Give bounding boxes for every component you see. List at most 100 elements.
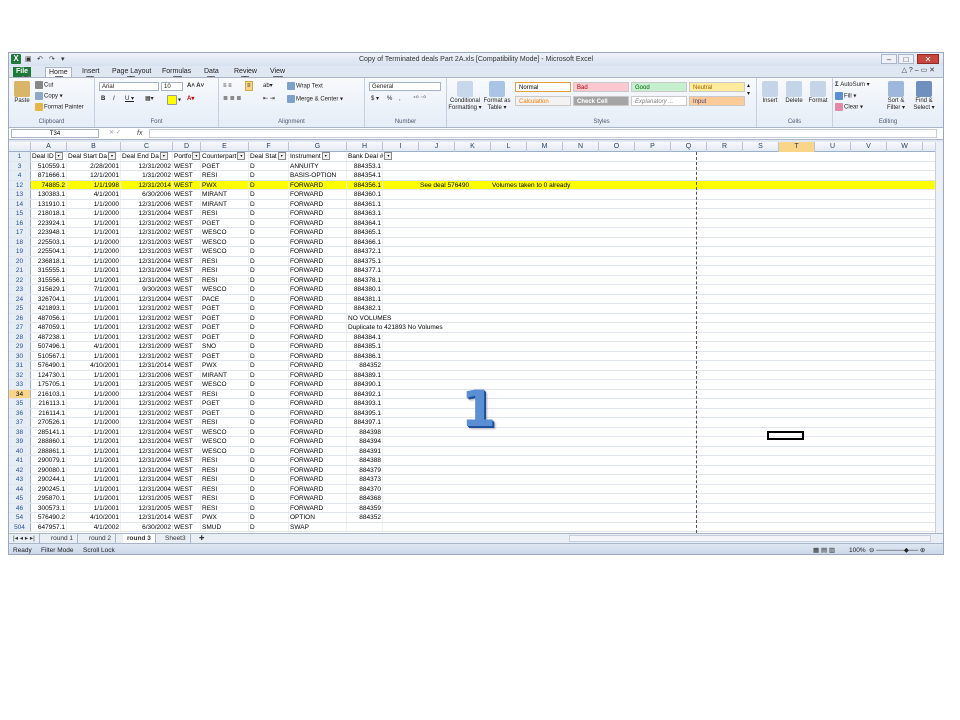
zoom-slider[interactable]: ⊖ ──────◆── ⊕ (869, 546, 929, 554)
cell-f[interactable]: D (249, 427, 289, 436)
cell-b[interactable]: 1/1/2001 (67, 370, 121, 379)
cell-h[interactable]: 884394 (347, 437, 383, 446)
cell-a[interactable]: 300573.1 (31, 503, 67, 512)
insert-cells-button[interactable]: Insert (759, 81, 781, 105)
cell-g[interactable]: FORWARD (289, 313, 347, 322)
cell-h[interactable]: 884352 (347, 513, 383, 522)
cell-h[interactable]: 884365.1 (347, 228, 383, 237)
cell-e[interactable]: RESI (201, 465, 249, 474)
row-header[interactable]: 43 (9, 475, 31, 484)
column-header-p[interactable]: P (635, 142, 671, 152)
cell-a[interactable]: 223924.1 (31, 218, 67, 227)
cell-a[interactable]: 487238.1 (31, 332, 67, 341)
cell-f[interactable]: D (249, 247, 289, 256)
cell-d[interactable]: WEST (173, 275, 201, 284)
cell-b[interactable]: 4/10/2001 (67, 513, 121, 522)
cell-g[interactable]: FORWARD (289, 209, 347, 218)
cell-h[interactable]: 884353.1 (347, 161, 383, 170)
cell-g[interactable]: FORWARD (289, 399, 347, 408)
column-header-d[interactable]: D (173, 142, 201, 152)
filter-dropdown-icon[interactable]: ▾ (192, 152, 201, 161)
cell-h[interactable]: 884393.1 (347, 399, 383, 408)
cell-h[interactable]: 884375.1 (347, 256, 383, 265)
column-header-h[interactable]: H (347, 142, 383, 152)
filter-dropdown-icon[interactable]: ▾ (277, 152, 286, 161)
column-header-a[interactable]: A (31, 142, 67, 152)
cell-h[interactable]: 884397.1 (347, 418, 383, 427)
autosum-button[interactable]: Σ AutoSum ▾ (835, 81, 870, 89)
cell-h[interactable]: 884380.1 (347, 285, 383, 294)
cell-c[interactable]: 12/31/2004 (121, 475, 173, 484)
cell-c[interactable]: 12/31/2002 (121, 228, 173, 237)
copy-button[interactable]: Copy ▾ (35, 92, 63, 101)
cell-h[interactable]: 884386.1 (347, 351, 383, 360)
row-header[interactable]: 16 (9, 218, 31, 227)
cell-d[interactable]: WEST (173, 418, 201, 427)
header-cell[interactable]: Deal End Da ▾ (121, 152, 173, 161)
cell-a[interactable]: 576490.1 (31, 361, 67, 370)
cell-f[interactable]: D (249, 418, 289, 427)
cell-g[interactable]: FORWARD (289, 342, 347, 351)
cell-d[interactable]: WEST (173, 190, 201, 199)
cell-b[interactable]: 1/1/2001 (67, 332, 121, 341)
cell-d[interactable]: WEST (173, 323, 201, 332)
cell-f[interactable]: D (249, 266, 289, 275)
formula-cancel-enter-icon[interactable]: ✕ ✓ (109, 129, 121, 137)
cell-a[interactable]: 315629.1 (31, 285, 67, 294)
cell-c[interactable]: 12/31/2004 (121, 437, 173, 446)
cell-d[interactable]: WEST (173, 237, 201, 246)
cell-f[interactable]: D (249, 304, 289, 313)
filter-dropdown-icon[interactable]: ▾ (384, 152, 393, 161)
cell-a[interactable]: 315556.1 (31, 275, 67, 284)
cell-j[interactable]: See deal 576490 (419, 181, 470, 190)
close-button[interactable]: ✕ (917, 54, 939, 64)
cell-e[interactable]: RESI (201, 209, 249, 218)
row-header[interactable]: 14 (9, 199, 31, 208)
cell-a[interactable]: 510559.1 (31, 161, 67, 170)
cell-g[interactable]: OPTION (289, 513, 347, 522)
fill-button[interactable]: Fill ▾ (835, 92, 856, 101)
cell-d[interactable]: WEST (173, 228, 201, 237)
cell-a[interactable]: 576490.2 (31, 513, 67, 522)
cell-a[interactable]: 295870.1 (31, 494, 67, 503)
cell-c[interactable]: 12/31/2014 (121, 513, 173, 522)
row-header[interactable]: 12 (9, 180, 31, 189)
cell-h[interactable]: 884389.1 (347, 370, 383, 379)
cell-g[interactable]: FORWARD (289, 361, 347, 370)
vertical-scrollbar[interactable] (935, 142, 943, 533)
comma-button[interactable]: , (399, 95, 401, 103)
cell-b[interactable]: 2/28/2001 (67, 161, 121, 170)
cell-h[interactable]: 884382.1 (347, 304, 383, 313)
cell-d[interactable]: WEST (173, 475, 201, 484)
cell-g[interactable]: FORWARD (289, 247, 347, 256)
cell-e[interactable]: PWX (201, 513, 249, 522)
cell-d[interactable]: WEST (173, 456, 201, 465)
cell-g[interactable]: FORWARD (289, 275, 347, 284)
cell-b[interactable]: 1/1/2000 (67, 209, 121, 218)
cell-f[interactable]: D (249, 408, 289, 417)
cell-f[interactable]: D (249, 456, 289, 465)
cell-h[interactable]: 884354.1 (347, 171, 383, 180)
cell-a[interactable]: 421893.1 (31, 304, 67, 313)
row-header[interactable]: 21 (9, 266, 31, 275)
cell-b[interactable]: 1/1/2000 (67, 199, 121, 208)
cell-d[interactable]: WEST (173, 380, 201, 389)
cell-c[interactable]: 12/31/2004 (121, 427, 173, 436)
cell-c[interactable]: 12/31/2002 (121, 323, 173, 332)
cell-g[interactable]: FORWARD (289, 218, 347, 227)
cell-g[interactable]: FORWARD (289, 408, 347, 417)
cell-c[interactable]: 12/31/2014 (121, 180, 173, 189)
cell-b[interactable]: 1/1/2001 (67, 266, 121, 275)
cell-d[interactable]: WEST (173, 484, 201, 493)
cell-h[interactable]: 884373 (347, 475, 383, 484)
filter-dropdown-icon[interactable]: ▾ (321, 152, 330, 161)
cell-b[interactable]: 4/10/2001 (67, 361, 121, 370)
find-select-button[interactable]: Find & Select ▾ (911, 81, 937, 112)
cell-g[interactable]: FORWARD (289, 503, 347, 512)
cell-f[interactable]: D (249, 437, 289, 446)
cell-f[interactable]: D (249, 361, 289, 370)
cell-e[interactable]: WESCO (201, 247, 249, 256)
cell-c[interactable]: 12/31/2004 (121, 465, 173, 474)
orientation-icon[interactable]: ab▾ (263, 82, 273, 90)
cell-h[interactable]: 884398 (347, 427, 383, 436)
